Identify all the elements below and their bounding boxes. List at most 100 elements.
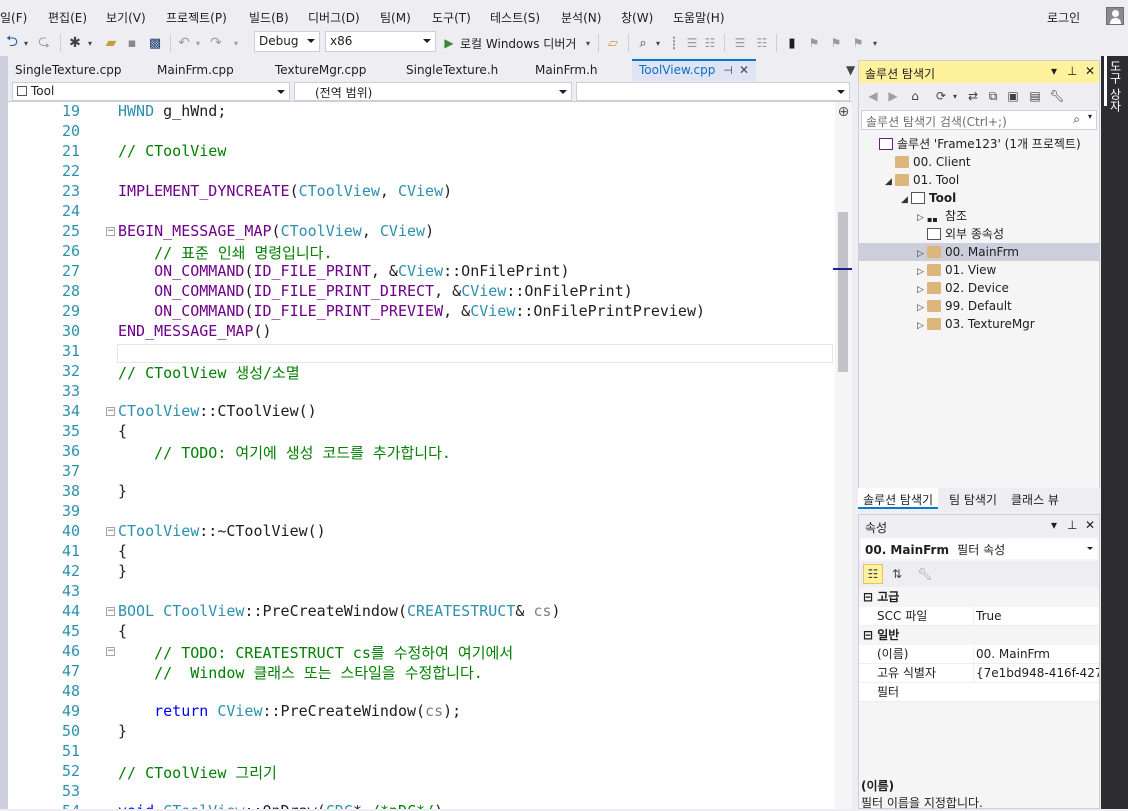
scope-dropdown[interactable]: (전역 범위) [294, 82, 572, 101]
next-bookmark-icon[interactable]: ⚑ [828, 33, 844, 53]
forward-icon[interactable]: ⮎ [36, 32, 52, 53]
code-line[interactable]: // TODO: 여기에 생성 코드를 추가합니다. [118, 442, 451, 463]
tab-solution-explorer[interactable]: 솔루션 탐색기 [858, 488, 939, 509]
code-line[interactable]: { [118, 622, 127, 640]
back-icon[interactable]: ◀ [865, 86, 881, 106]
tree-item[interactable]: ◢ 01. Tool [859, 171, 1099, 189]
tab-toolview-cpp[interactable]: ToolView.cpp ⊣ ✕ [632, 59, 756, 81]
tab-singletexture-cpp[interactable]: SingleTexture.cpp [8, 59, 128, 81]
property-object-select[interactable]: 00. MainFrm 필터 속성 [861, 539, 1097, 559]
zoom-icon[interactable]: ⌕ [634, 33, 652, 53]
pending-changes-icon[interactable]: ⟳ [933, 86, 949, 106]
fold-toggle-icon[interactable]: − [106, 227, 115, 236]
tree-item[interactable]: ▷ 00. MainFrm [859, 243, 1099, 261]
wrench-icon[interactable]: 🔧︎ [1049, 86, 1065, 106]
code-line[interactable]: } [118, 562, 127, 580]
menu-analyze[interactable]: 분석(N) [561, 9, 601, 26]
fold-toggle-icon[interactable]: − [106, 607, 115, 616]
property-row-filter[interactable]: 필터 [859, 683, 1099, 702]
collapse-all-icon[interactable]: ⧉ [985, 86, 1001, 106]
menu-build[interactable]: 빌드(B) [249, 9, 289, 26]
clear-bookmarks-icon[interactable]: ⚑ [850, 33, 866, 53]
solution-config-select[interactable]: Debug [254, 31, 320, 52]
sync-icon[interactable]: ⇄ [965, 86, 981, 106]
property-row-guid[interactable]: 고유 식별자 {7e1bd948-416f-4273- [859, 664, 1099, 683]
fold-toggle-icon[interactable]: − [106, 527, 115, 536]
code-line[interactable]: void CToolView::OnDraw(CDC* /*pDC*/) [118, 802, 443, 809]
collapse-icon[interactable]: ⊟ [863, 590, 877, 604]
scrollbar-thumb[interactable] [838, 212, 848, 372]
menu-tools[interactable]: 도구(T) [432, 9, 471, 26]
chevron-down-icon[interactable]: ▾ [870, 33, 880, 53]
menu-edit[interactable]: 편집(E) [48, 9, 87, 26]
menu-window[interactable]: 창(W) [621, 9, 653, 26]
code-line[interactable]: { [118, 542, 127, 560]
categorized-icon[interactable]: ☷ [863, 564, 883, 584]
solution-platform-select[interactable]: x86 [325, 31, 436, 52]
code-line[interactable]: END_MESSAGE_MAP() [118, 322, 272, 340]
tab-overflow-icon[interactable]: ▼ [846, 63, 855, 77]
code-line[interactable]: HWND g_hWnd; [118, 102, 226, 120]
chevron-down-icon[interactable]: ▾ [22, 33, 30, 53]
code-line[interactable]: ON_COMMAND(ID_FILE_PRINT_DIRECT, &CView:… [118, 282, 633, 300]
menu-view[interactable]: 보기(V) [106, 9, 146, 26]
category-advanced[interactable]: ⊟ 고급 [859, 588, 1099, 607]
menu-test[interactable]: 테스트(S) [490, 9, 540, 26]
code-line[interactable]: // TODO: CREATESTRUCT cs를 수정하여 여기에서 [118, 642, 513, 663]
pin-icon[interactable]: ⊥ [1067, 64, 1077, 78]
split-editor-icon[interactable]: ⊕ [837, 104, 850, 120]
code-line[interactable]: return CView::PreCreateWindow(cs); [118, 702, 461, 720]
menu-project[interactable]: 프로젝트(P) [166, 9, 227, 26]
tree-item[interactable]: ▷ 02. Device [859, 279, 1099, 297]
tab-mainfrm-cpp[interactable]: MainFrm.cpp [150, 59, 241, 81]
undo-icon[interactable]: ↶ [176, 33, 192, 53]
tree-item[interactable]: 외부 종속성 [859, 225, 1099, 243]
redo-icon[interactable]: ↷ [208, 33, 224, 53]
new-project-icon[interactable]: ✱ [66, 33, 84, 53]
property-row-name[interactable]: (이름) 00. MainFrm [859, 645, 1099, 664]
bookmark-icon[interactable]: ▮ [784, 33, 800, 53]
menu-team[interactable]: 팀(M) [380, 9, 411, 26]
code-line[interactable]: ON_COMMAND(ID_FILE_PRINT_PREVIEW, &CView… [118, 302, 705, 320]
collapse-icon[interactable]: ⊟ [863, 628, 877, 642]
properties-icon[interactable]: ▤ [1027, 86, 1043, 106]
code-line[interactable]: { [118, 422, 127, 440]
play-icon[interactable]: ▶ [442, 33, 456, 53]
property-value[interactable]: True [973, 607, 1099, 626]
show-all-files-icon[interactable]: ▣ [1005, 86, 1021, 106]
code-line[interactable]: BEGIN_MESSAGE_MAP(CToolView, CView) [118, 222, 434, 240]
search-icon[interactable]: ⌕ [1073, 112, 1080, 127]
forward-icon[interactable]: ▶ [885, 86, 901, 106]
code-line[interactable]: IMPLEMENT_DYNCREATE(CToolView, CView) [118, 182, 452, 200]
code-line[interactable]: ON_COMMAND(ID_FILE_PRINT, &CView::OnFile… [118, 262, 569, 280]
find-in-files-icon[interactable]: ▱ [604, 33, 622, 53]
code-line[interactable]: // 표준 인쇄 명령입니다. [118, 242, 332, 263]
chevron-down-icon[interactable]: ▾ [1088, 112, 1092, 121]
tree-item[interactable]: ▷ 03. TextureMgr [859, 315, 1099, 333]
tab-mainfrm-h[interactable]: MainFrm.h [528, 59, 605, 81]
tab-texturemgr-cpp[interactable]: TextureMgr.cpp [268, 59, 373, 81]
property-row-scc[interactable]: SCC 파일 True [859, 607, 1099, 626]
code-line[interactable]: BOOL CToolView::PreCreateWindow(CREATEST… [118, 602, 561, 620]
fold-toggle-icon[interactable]: − [106, 647, 115, 656]
alphabetical-icon[interactable]: ⇅ [887, 564, 907, 584]
pin-icon[interactable]: ⊥ [1067, 518, 1077, 532]
chevron-down-icon[interactable]: ▾ [86, 33, 94, 53]
property-value[interactable]: 00. MainFrm [973, 645, 1099, 664]
close-icon[interactable]: ✕ [739, 63, 749, 77]
code-line[interactable]: // CToolView 그리기 [118, 762, 277, 783]
login-link[interactable]: 로그인 [1047, 9, 1080, 26]
collapsed-arrow-icon[interactable]: ▷ [917, 317, 927, 335]
tree-item[interactable]: ▷ 01. View [859, 261, 1099, 279]
menu-help[interactable]: 도움말(H) [673, 9, 725, 26]
chevron-down-icon[interactable]: ▾ [194, 33, 202, 53]
panel-menu-icon[interactable]: ▾ [1051, 64, 1057, 78]
tab-class-view[interactable]: 클래스 뷰 [1006, 488, 1064, 509]
pin-icon[interactable]: ⊣ [723, 64, 733, 77]
tab-team-explorer[interactable]: 팀 탐색기 [944, 488, 1002, 509]
toolbox-tab[interactable]: 도구 상자 [1107, 60, 1124, 112]
code-line[interactable]: // Window 클래스 또는 스타일을 수정합니다. [118, 662, 483, 683]
code-line[interactable]: } [118, 482, 127, 500]
indent-icon[interactable]: ☰ [732, 33, 748, 53]
tree-item[interactable]: 00. Client [859, 153, 1099, 171]
